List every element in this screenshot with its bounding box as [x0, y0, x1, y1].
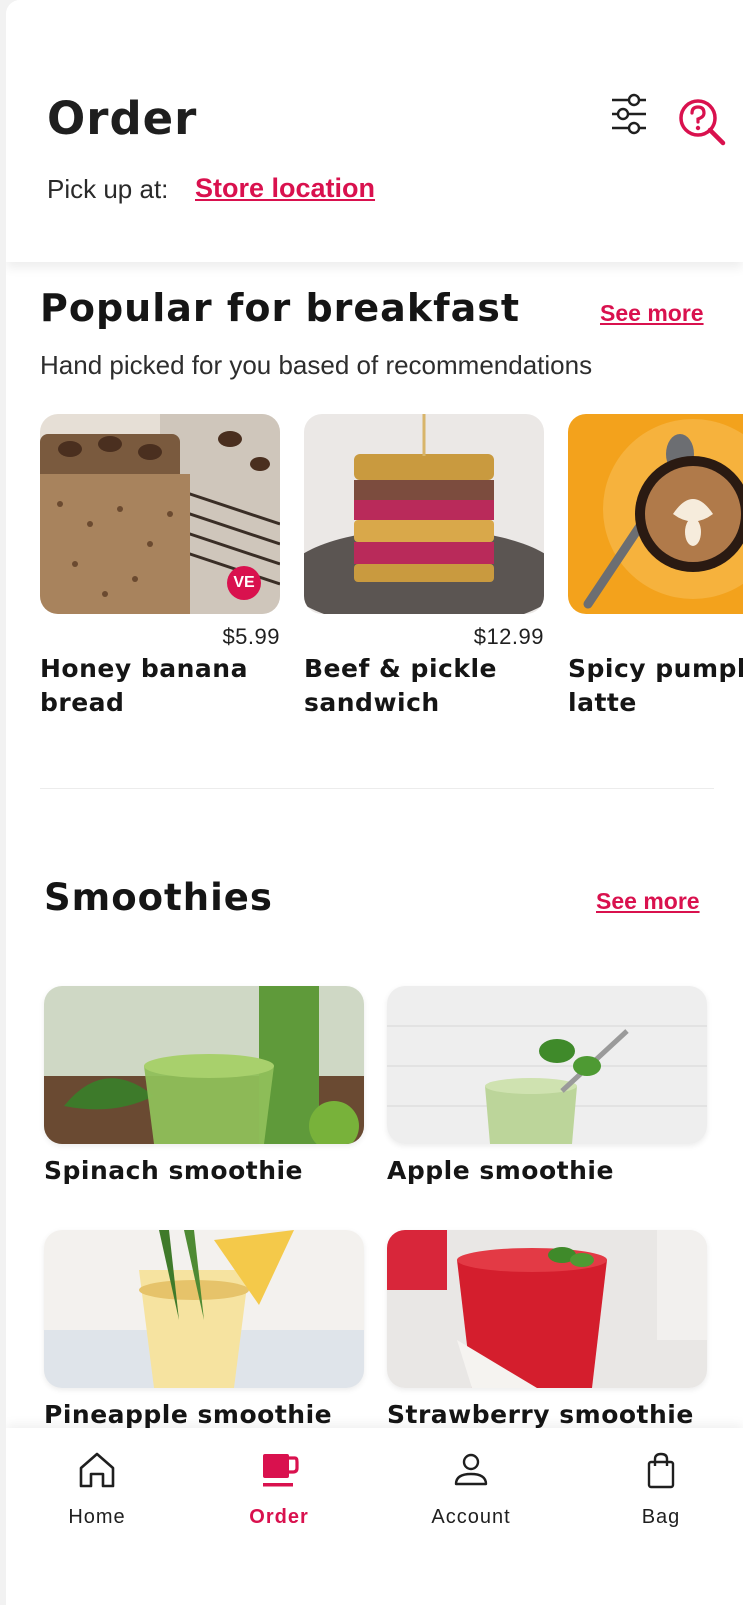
shopping-bag-icon — [647, 1452, 675, 1489]
header: Order Pick up at: Store location — [6, 0, 743, 262]
help-search-button[interactable] — [678, 98, 726, 146]
product-name: Strawberry smoothie — [387, 1400, 694, 1429]
page-title: Order — [47, 92, 198, 145]
nav-label: Order — [249, 1506, 309, 1528]
section-subtitle: Hand picked for you based of recommendat… — [40, 350, 593, 380]
product-name: Apple smoothie — [387, 1156, 614, 1185]
nav-label: Home — [68, 1506, 126, 1528]
nav-item-order[interactable]: Order — [209, 1450, 349, 1550]
product-image — [44, 1230, 364, 1388]
product-name-line1: Beef & pickle — [304, 654, 497, 683]
nav-item-account[interactable]: Account — [401, 1450, 541, 1550]
product-image — [387, 1230, 707, 1388]
see-more-smoothies-link[interactable]: See more — [596, 888, 700, 915]
section-divider — [40, 788, 714, 789]
bottom-nav: Home Order Account Bag — [6, 1428, 743, 1605]
product-image — [304, 414, 544, 614]
nav-item-bag[interactable]: Bag — [591, 1450, 731, 1550]
app-screen: Order Pick up at: Store location Popular… — [6, 0, 743, 1605]
section-title-popular: Popular for breakfast — [40, 286, 521, 330]
store-location-link[interactable]: Store location — [195, 173, 375, 204]
product-price: $5.99 — [222, 624, 280, 649]
vegan-badge: VE — [227, 566, 261, 600]
apple-smoothie-image — [387, 986, 707, 1144]
product-name: Spinach smoothie — [44, 1156, 304, 1185]
product-name: Spicy pumpk latte — [568, 652, 743, 720]
product-name-line1: Spicy pumpk — [568, 654, 743, 683]
product-image — [44, 986, 364, 1144]
sandwich-image — [304, 414, 544, 614]
person-icon — [454, 1453, 488, 1486]
product-image — [568, 414, 743, 614]
nav-label: Account — [431, 1506, 511, 1528]
product-name-line2: sandwich — [304, 688, 440, 717]
pineapple-smoothie-image — [44, 1230, 364, 1388]
product-name-line1: Honey banana — [40, 654, 248, 683]
pickup-label: Pick up at: — [47, 174, 169, 204]
product-card-strawberry-smoothie[interactable]: Strawberry smoothie — [387, 1230, 707, 1430]
product-card-honey-banana-bread[interactable]: VE $5.99 Honey banana bread — [40, 414, 280, 717]
product-card-beef-pickle-sandwich[interactable]: $12.99 Beef & pickle sandwich — [304, 414, 544, 717]
product-name: Pineapple smoothie — [44, 1400, 333, 1429]
product-image — [387, 986, 707, 1144]
sliders-icon — [612, 93, 646, 135]
help-search-icon — [679, 99, 726, 146]
product-price: $12.99 — [473, 624, 544, 649]
strawberry-smoothie-image — [387, 1230, 707, 1388]
section-title-smoothies: Smoothies — [44, 876, 273, 919]
product-card-spinach-smoothie[interactable]: Spinach smoothie — [44, 986, 364, 1186]
product-card-pineapple-smoothie[interactable]: Pineapple smoothie — [44, 1230, 364, 1430]
product-card-apple-smoothie[interactable]: Apple smoothie — [387, 986, 707, 1186]
product-name: Beef & pickle sandwich — [304, 652, 497, 720]
product-name-line2: latte — [568, 688, 637, 717]
spinach-smoothie-image — [44, 986, 364, 1144]
coffee-cup-icon — [263, 1454, 299, 1487]
home-icon — [79, 1452, 115, 1488]
nav-label: Bag — [641, 1506, 681, 1528]
filter-button[interactable] — [610, 92, 650, 136]
nav-item-home[interactable]: Home — [27, 1450, 167, 1550]
see-more-popular-link[interactable]: See more — [600, 300, 704, 327]
product-name: Honey banana bread — [40, 652, 248, 720]
latte-image — [568, 414, 743, 614]
product-name-line2: bread — [40, 688, 125, 717]
product-card-spicy-pumpkin-latte[interactable]: $ Spicy pumpk latte — [568, 414, 743, 717]
